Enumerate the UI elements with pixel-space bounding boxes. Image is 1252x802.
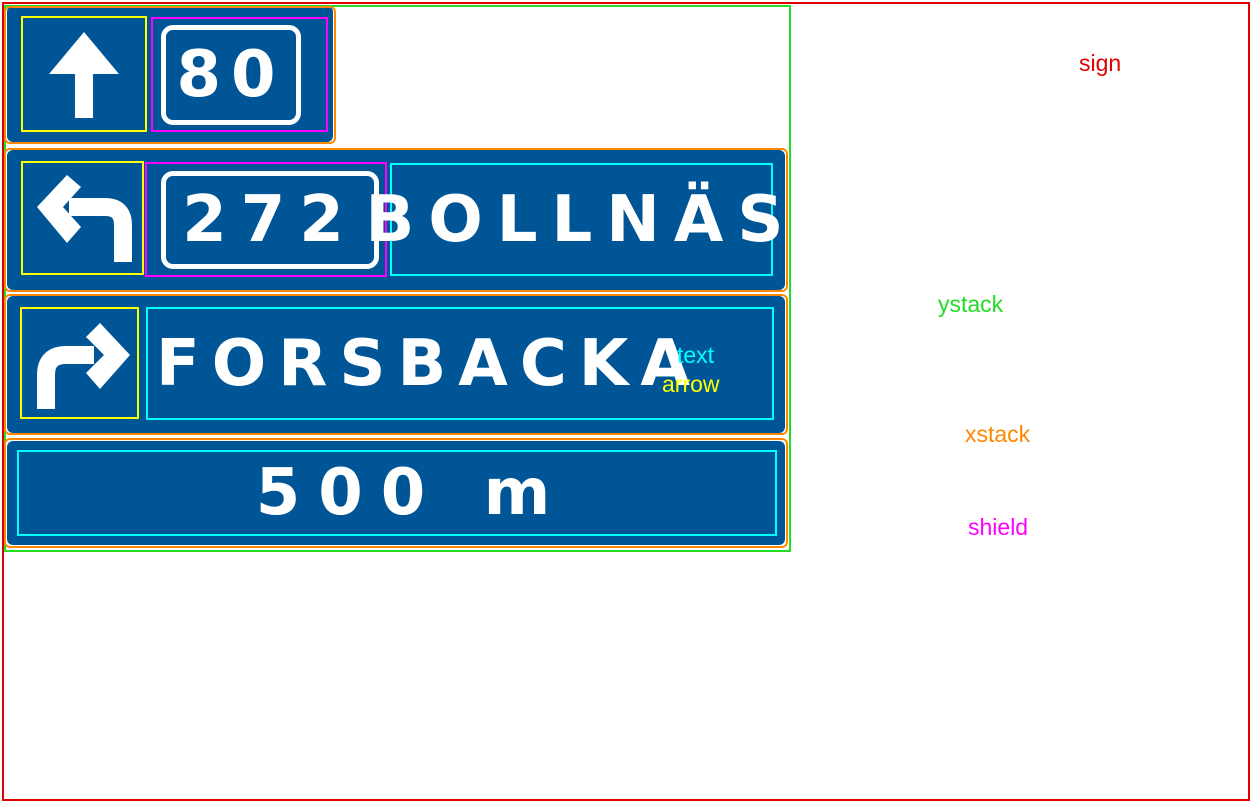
arrow-turn-left-icon	[37, 175, 132, 262]
destination-forsbacka: FORSBACKA	[156, 326, 702, 401]
text-box-bollnas: BOLLNÄS	[365, 163, 798, 276]
legend-shield: shield	[968, 514, 1029, 540]
legend-xstack: xstack	[965, 421, 1031, 447]
distance-text: 500 m	[255, 456, 569, 530]
legend-ystack: ystack	[938, 291, 1004, 317]
legend-arrow: arrow	[662, 371, 720, 397]
text-box-distance: 500 m	[17, 450, 777, 536]
shield-number-272: 272	[182, 183, 358, 257]
shield-box-1: 80	[151, 17, 328, 132]
arrow-box-1	[21, 16, 147, 132]
arrow-turn-right-icon	[37, 323, 130, 409]
arrow-up-icon	[49, 32, 119, 118]
shield-number-80: 80	[176, 38, 286, 112]
destination-bollnas: BOLLNÄS	[365, 182, 798, 257]
arrow-box-2	[21, 161, 144, 275]
legend-sign: sign	[1079, 50, 1122, 76]
arrow-box-3	[20, 307, 139, 419]
shield-box-2: 272	[145, 162, 387, 277]
legend-text: text	[677, 342, 715, 368]
